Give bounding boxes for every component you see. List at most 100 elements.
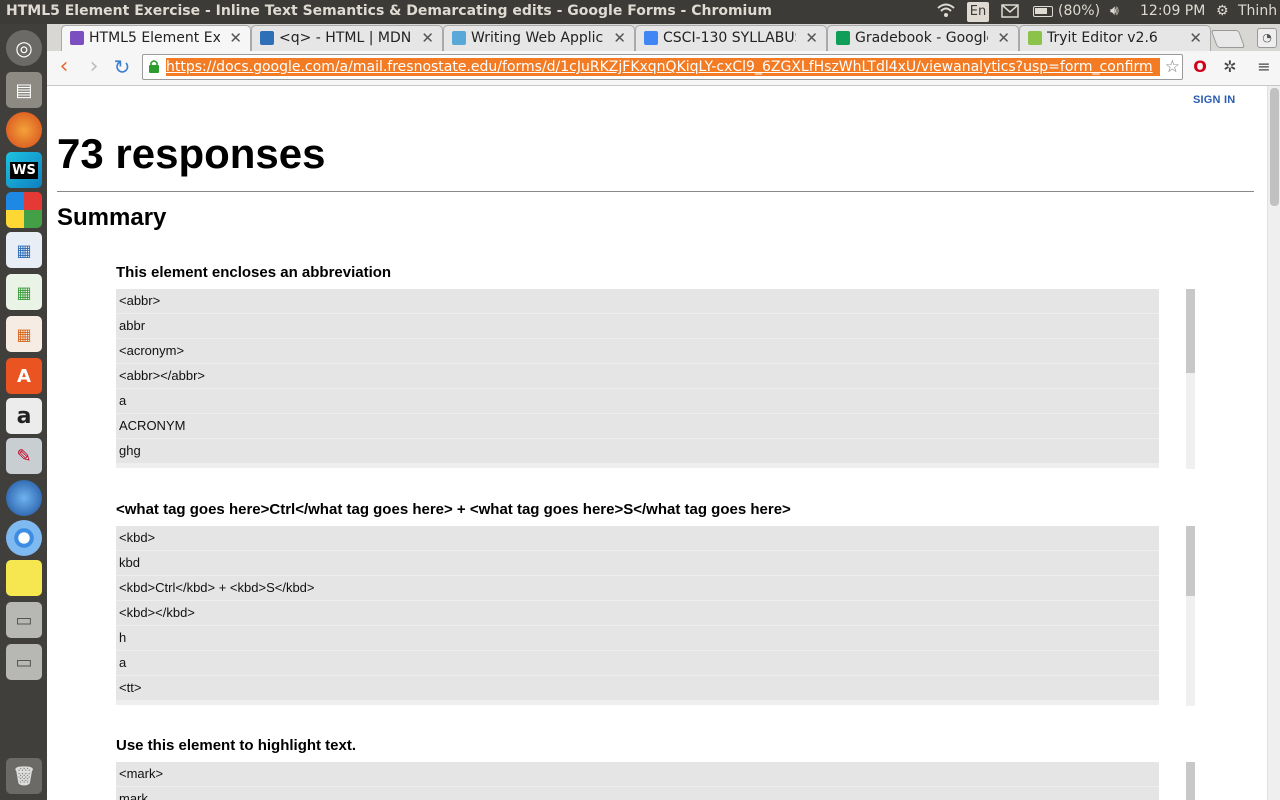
sheets-favicon-icon [836, 31, 850, 45]
question-title: <what tag goes here>Ctrl</what tag goes … [116, 501, 791, 518]
multicolor-app-icon[interactable] [6, 192, 42, 228]
close-icon[interactable]: ✕ [613, 29, 626, 47]
summary-heading: Summary [57, 204, 167, 231]
chromium-icon[interactable] [6, 520, 42, 556]
list-item: <mark> [116, 762, 1159, 786]
calc-icon[interactable]: ▦ [6, 274, 42, 310]
tab-html5-exercise[interactable]: HTML5 Element Exercise - Inline Text Sem… [61, 25, 251, 51]
tab-tryit[interactable]: Tryit Editor v2.6 ✕ [1019, 25, 1211, 51]
w3schools-favicon-icon [1028, 31, 1042, 45]
back-button[interactable]: ‹ [53, 56, 75, 78]
list-item: <abbr></abbr> [116, 364, 1159, 388]
gear-icon[interactable]: ⚙︎ [1216, 3, 1229, 19]
tab-mdn[interactable]: <q> - HTML | MDN ✕ [251, 25, 443, 51]
user-name[interactable]: Thinh [1238, 3, 1277, 19]
drive-icon[interactable]: ▭ [6, 602, 42, 638]
files-icon[interactable]: ▤ [6, 72, 42, 108]
list-item: ACRONYM [116, 414, 1159, 438]
webstorm-icon[interactable]: WS [6, 152, 42, 188]
list-item: kbd [116, 551, 1159, 575]
list-item: <tt> [116, 676, 1159, 700]
list-item: <abbr> [116, 289, 1159, 313]
thunderbird-icon[interactable] [6, 480, 42, 516]
forward-button[interactable]: › [83, 56, 105, 78]
answer-list: <mark> mark [116, 762, 1159, 800]
extension-icon[interactable]: ✲ [1220, 57, 1240, 77]
software-center-icon[interactable]: A [6, 358, 42, 394]
answer-scrollbar[interactable] [1186, 526, 1195, 706]
list-item: abbr [116, 314, 1159, 338]
star-icon[interactable]: ☆ [1165, 57, 1180, 77]
scroll-thumb[interactable] [1186, 526, 1195, 596]
list-item: h [116, 626, 1159, 650]
browser-window: HTML5 Element Exercise - Inline Text Sem… [47, 24, 1280, 800]
question-block: This element encloses an abbreviation <a… [116, 264, 1196, 469]
sticky-notes-icon[interactable] [6, 560, 42, 596]
wifi-icon[interactable] [937, 2, 955, 22]
impress-icon[interactable]: ▦ [6, 316, 42, 352]
window-title: HTML5 Element Exercise - Inline Text Sem… [6, 3, 772, 19]
question-block: <what tag goes here>Ctrl</what tag goes … [116, 501, 1196, 706]
scroll-thumb[interactable] [1270, 88, 1279, 206]
page-title: 73 responses [57, 130, 326, 177]
close-icon[interactable]: ✕ [997, 29, 1010, 47]
close-icon[interactable]: ✕ [229, 29, 242, 47]
tab-gradebook[interactable]: Gradebook - Google Sheets ✕ [827, 25, 1019, 51]
drive-icon-2[interactable]: ▭ [6, 644, 42, 680]
docs-favicon-icon [644, 31, 658, 45]
amazon-icon[interactable]: a [6, 398, 42, 434]
close-icon[interactable]: ✕ [421, 29, 434, 47]
sign-in-link[interactable]: SIGN IN [1193, 94, 1235, 106]
mail-icon[interactable] [1001, 4, 1019, 22]
menu-icon[interactable]: ≡ [1254, 57, 1274, 77]
keyboard-layout-indicator[interactable]: En [967, 2, 989, 22]
url-text[interactable]: https://docs.google.com/a/mail.fresnosta… [166, 58, 1160, 76]
mdn-favicon-icon [260, 31, 274, 45]
close-icon[interactable]: ✕ [1189, 29, 1202, 47]
answer-list: <abbr> abbr <acronym> <abbr></abbr> a AC… [116, 289, 1159, 468]
tab-writing-web-apps[interactable]: Writing Web Applications ✕ [443, 25, 635, 51]
list-item: <kbd></kbd> [116, 601, 1159, 625]
question-block: Use this element to highlight text. <mar… [116, 737, 1196, 800]
launcher: ◎ ▤ WS ▦ ▦ ▦ A a ✎ ▭ ▭ 🗑︎ [0, 24, 47, 800]
answer-scrollbar[interactable] [1186, 289, 1195, 469]
divider [57, 191, 1254, 192]
battery-percent: (80%) [1058, 3, 1101, 19]
page-scrollbar[interactable] [1267, 86, 1280, 800]
list-item: a [116, 389, 1159, 413]
list-item: ghg [116, 439, 1159, 463]
list-item: mark [116, 787, 1159, 800]
list-item: a [116, 651, 1159, 675]
tab-syllabus[interactable]: CSCI-130 SYLLABUS ✕ [635, 25, 827, 51]
browser-toolbar: ‹ › ↻ https://docs.google.com/a/mail.fre… [47, 51, 1280, 86]
dash-home-icon[interactable]: ◎ [6, 30, 42, 66]
list-item: <acronym> [116, 339, 1159, 363]
trash-icon[interactable]: 🗑︎ [6, 758, 42, 794]
page-content: SIGN IN 73 responses Summary This elemen… [47, 86, 1267, 800]
scroll-thumb[interactable] [1186, 762, 1195, 800]
writer-icon[interactable]: ▦ [6, 232, 42, 268]
firefox-icon[interactable] [6, 112, 42, 148]
gopher-favicon-icon [452, 31, 466, 45]
reload-button[interactable]: ↻ [111, 56, 133, 78]
address-bar[interactable]: https://docs.google.com/a/mail.fresnosta… [142, 54, 1183, 80]
volume-icon[interactable]: 🔊︎ [1110, 3, 1119, 19]
lock-icon [149, 60, 159, 73]
answer-list: <kbd> kbd <kbd>Ctrl</kbd> + <kbd>S</kbd>… [116, 526, 1159, 705]
opera-extension-icon[interactable]: O [1190, 57, 1210, 77]
close-icon[interactable]: ✕ [805, 29, 818, 47]
new-tab-button[interactable] [1210, 30, 1246, 48]
question-title: This element encloses an abbreviation [116, 264, 392, 281]
battery-icon[interactable] [1033, 6, 1053, 17]
settings-tools-icon[interactable]: ✎ [6, 438, 42, 474]
user-icon[interactable]: ◔ [1257, 28, 1277, 48]
system-top-bar: HTML5 Element Exercise - Inline Text Sem… [0, 0, 1280, 24]
answer-scrollbar[interactable] [1186, 762, 1195, 800]
list-item: <kbd> [116, 526, 1159, 550]
scroll-thumb[interactable] [1186, 289, 1195, 373]
clock[interactable]: 12:09 PM [1140, 3, 1205, 19]
forms-favicon-icon [70, 31, 84, 45]
list-item: <kbd>Ctrl</kbd> + <kbd>S</kbd> [116, 576, 1159, 600]
tab-strip: HTML5 Element Exercise - Inline Text Sem… [47, 24, 1280, 51]
question-title: Use this element to highlight text. [116, 737, 357, 754]
